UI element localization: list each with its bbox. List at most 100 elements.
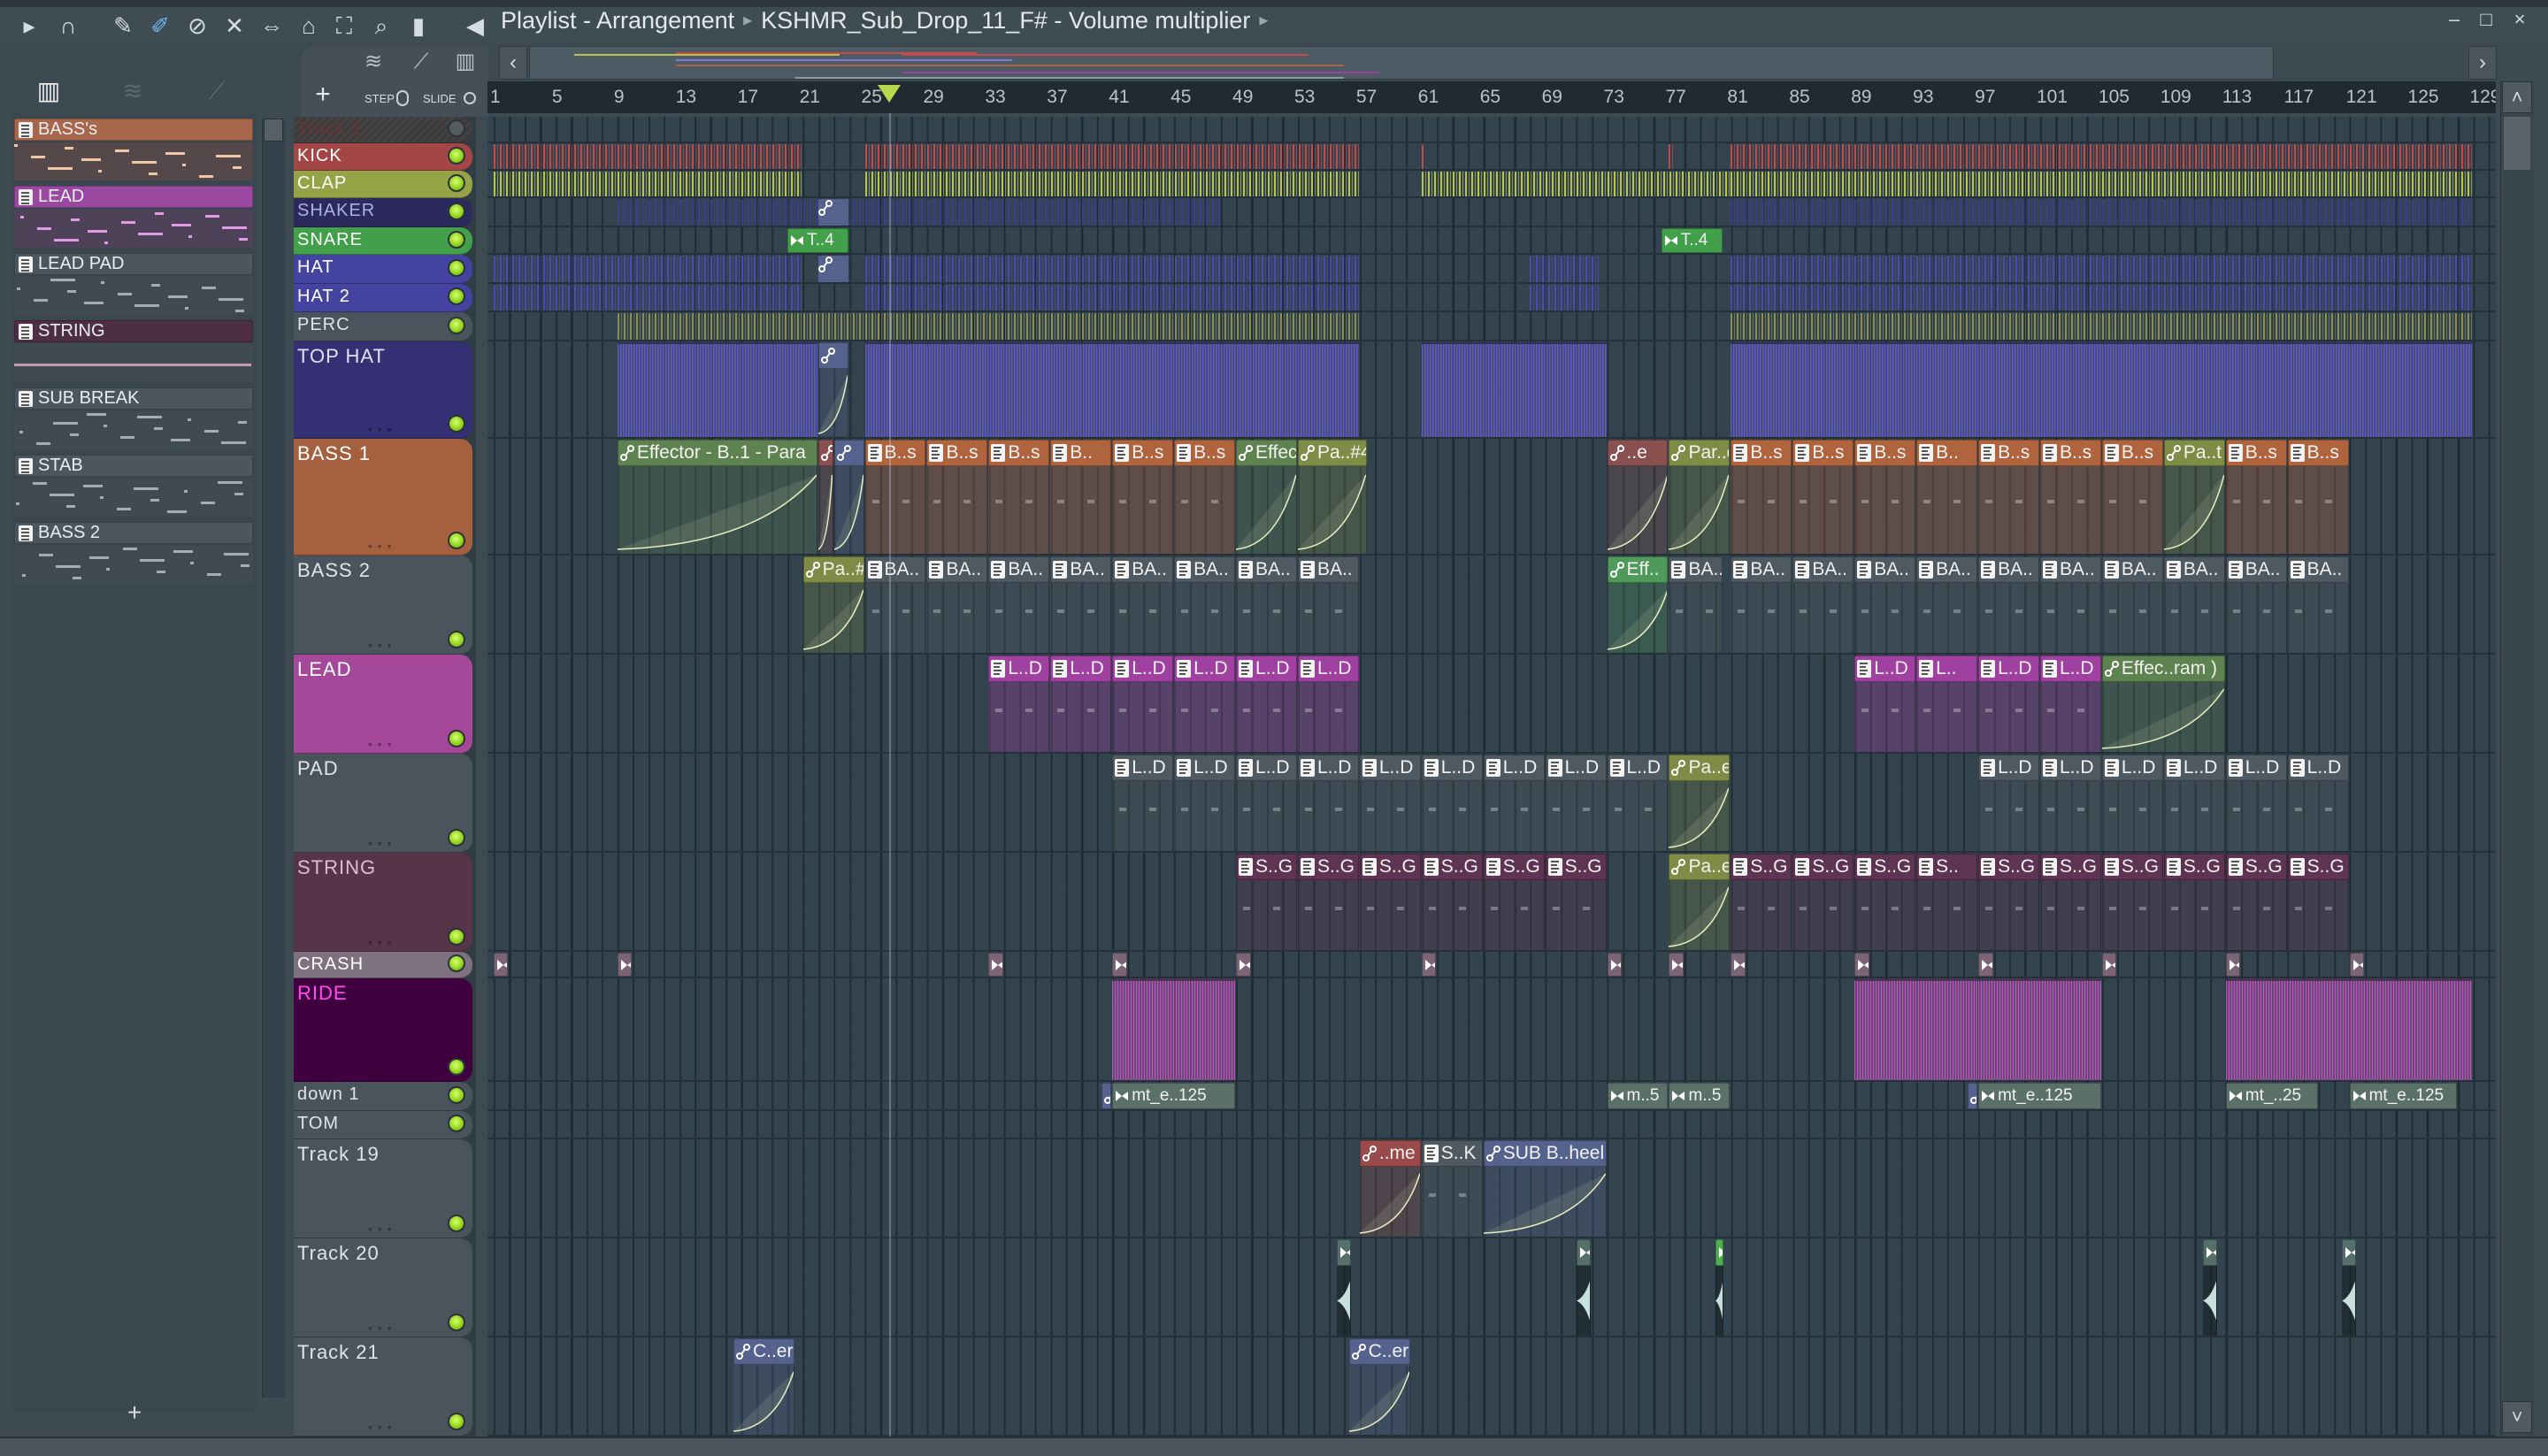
picker-item-header[interactable]: LEAD PAD	[14, 253, 253, 275]
pattern-clip[interactable]	[1731, 256, 2473, 282]
audio-clip[interactable]: mt_e..125	[2349, 1083, 2457, 1109]
wave-clip[interactable]	[1731, 342, 2473, 437]
auto-clip[interactable]: Pa..eq	[1669, 755, 1731, 851]
pattern-clip[interactable]: BA..	[2101, 556, 2163, 653]
pattern-clip[interactable]: BA..	[1112, 556, 1174, 653]
track-header-bass-2[interactable]: BASS 2 • • •	[294, 556, 472, 655]
auto-clip[interactable]: C..er	[1348, 1338, 1410, 1435]
pattern-clip[interactable]: B..s	[864, 440, 926, 554]
track-mute-led[interactable]	[448, 532, 465, 549]
pattern-clip[interactable]: BA..	[2225, 556, 2287, 653]
maximize-button[interactable]: □	[2474, 9, 2498, 30]
minimize-button[interactable]: –	[2442, 9, 2467, 30]
wave-clip[interactable]	[1112, 979, 1236, 1080]
pattern-clip[interactable]: S..G	[1978, 854, 2039, 950]
wave-clip[interactable]	[1421, 342, 1607, 437]
pattern-clip[interactable]: B..	[1050, 440, 1112, 554]
auto-clip[interactable]: Pa..#2	[802, 556, 864, 653]
audio-clip[interactable]	[2202, 1239, 2217, 1336]
pattern-clip[interactable]: B..s	[1854, 440, 1916, 554]
pattern-clip[interactable]: L..D	[2101, 755, 2163, 851]
slice-icon[interactable]: ⌂	[295, 12, 322, 39]
vertical-scroll-thumb[interactable]	[2504, 117, 2530, 170]
scroll-right-button[interactable]: ›	[2468, 46, 2497, 80]
pattern-clip[interactable]: L..D	[1483, 755, 1545, 851]
track-resize-handle[interactable]: • • •	[368, 1065, 392, 1079]
pattern-clip[interactable]	[494, 256, 802, 282]
track-mute-led[interactable]	[448, 316, 465, 334]
track-header-ride[interactable]: RIDE • • •	[294, 978, 472, 1082]
track-mute-led[interactable]	[448, 1215, 465, 1232]
pattern-clip[interactable]: B..s	[2225, 440, 2287, 554]
audio-clip[interactable]: mt_..25	[2225, 1083, 2318, 1109]
audio-clip-icon[interactable]: ≋	[361, 50, 386, 74]
track-mute-led[interactable]	[448, 1058, 465, 1076]
track-mute-led[interactable]	[448, 1413, 465, 1430]
audio-clip[interactable]	[2101, 953, 2117, 977]
pattern-clip[interactable]: S..G	[2225, 854, 2287, 950]
pattern-clip[interactable]: BA..	[926, 556, 988, 653]
track-header-top-hat[interactable]: TOP HAT • • •	[294, 341, 472, 439]
audio-clip[interactable]: m..5	[1669, 1083, 1731, 1109]
pattern-clip[interactable]: BA..	[2163, 556, 2225, 653]
wave-clip[interactable]	[2225, 979, 2473, 1080]
pattern-clip[interactable]: BA..	[1050, 556, 1112, 653]
pattern-clip[interactable]	[1421, 144, 1426, 169]
add-track-button[interactable]: +	[311, 81, 334, 108]
pattern-clip[interactable]: L..D	[2287, 755, 2349, 851]
pattern-clip[interactable]: BA..	[1854, 556, 1916, 653]
pattern-clip[interactable]: S..G	[2287, 854, 2349, 950]
pattern-clip[interactable]	[1669, 144, 1673, 169]
pattern-clip[interactable]: B..s	[1112, 440, 1174, 554]
audio-clip[interactable]	[2341, 1239, 2357, 1336]
pattern-clip[interactable]: L..D	[1297, 655, 1359, 752]
auto-clip[interactable]: ..me	[1359, 1140, 1421, 1237]
track-mute-led[interactable]	[448, 230, 465, 249]
track-header-track-19[interactable]: Track 19 • • •	[294, 1139, 472, 1238]
track-mute-led[interactable]	[448, 415, 465, 433]
track-resize-handle[interactable]: • • •	[368, 1420, 392, 1434]
audio-clip[interactable]: T..4	[1661, 228, 1723, 253]
pattern-clip[interactable]: L..D	[2225, 755, 2287, 851]
picker-item-header[interactable]: BASS 2	[14, 522, 253, 544]
pattern-clip[interactable]	[1731, 199, 2473, 226]
track-resize-handle[interactable]: • • •	[368, 935, 392, 949]
pattern-clip[interactable]: BA..	[1916, 556, 1978, 653]
pattern-clip[interactable]: BA..	[2287, 556, 2349, 653]
auto-clip[interactable]	[833, 440, 864, 554]
track-resize-handle[interactable]: • • •	[368, 737, 392, 751]
track-resize-handle[interactable]: • • •	[368, 1222, 392, 1236]
pattern-clip[interactable]: B..s	[988, 440, 1050, 554]
auto-clip[interactable]	[1967, 1083, 1978, 1109]
track-resize-handle[interactable]: • • •	[368, 1321, 392, 1335]
automation-icon[interactable]: ⟋	[202, 76, 232, 106]
pattern-clip[interactable]: S..G	[1545, 854, 1607, 950]
auto-clip[interactable]: Effec	[1236, 440, 1297, 554]
pattern-clip[interactable]: BA..	[1174, 556, 1236, 653]
picker-item-header[interactable]: SUB BREAK	[14, 387, 253, 410]
track-header-bass-1[interactable]: BASS 1 • • •	[294, 439, 472, 556]
slide-toggle[interactable]	[464, 92, 476, 104]
picker-item-header[interactable]: STAB	[14, 455, 253, 477]
track-mute-led[interactable]	[448, 631, 465, 648]
pattern-clip[interactable]: S..G	[1731, 854, 1792, 950]
menu-arrow-icon[interactable]: ▸	[16, 12, 42, 39]
scroll-down-button[interactable]: ˅	[2502, 1401, 2532, 1433]
track-header-lead[interactable]: LEAD • • •	[294, 655, 472, 754]
auto-clip[interactable]	[818, 256, 849, 282]
pattern-clip[interactable]: B..s	[2101, 440, 2163, 554]
auto-clip[interactable]: Pa..eq	[1669, 854, 1731, 950]
pattern-clip[interactable]: B..s	[1978, 440, 2039, 554]
pattern-clip[interactable]	[864, 256, 1359, 282]
auto-clip[interactable]	[818, 440, 833, 554]
pattern-clip[interactable]: BA..	[864, 556, 926, 653]
audio-clip[interactable]	[1336, 1239, 1352, 1336]
audio-clip-icon[interactable]: ≋	[118, 76, 148, 106]
audio-clip[interactable]	[1112, 953, 1127, 977]
picker-item-header[interactable]: BASS's	[14, 119, 253, 141]
auto-clip[interactable]	[818, 199, 849, 226]
pencil-icon[interactable]: ✎	[110, 12, 136, 39]
pattern-clip[interactable]	[1731, 285, 2473, 310]
pattern-clip[interactable]: S..G	[1236, 854, 1297, 950]
pattern-clip[interactable]: L..D	[1236, 655, 1297, 752]
